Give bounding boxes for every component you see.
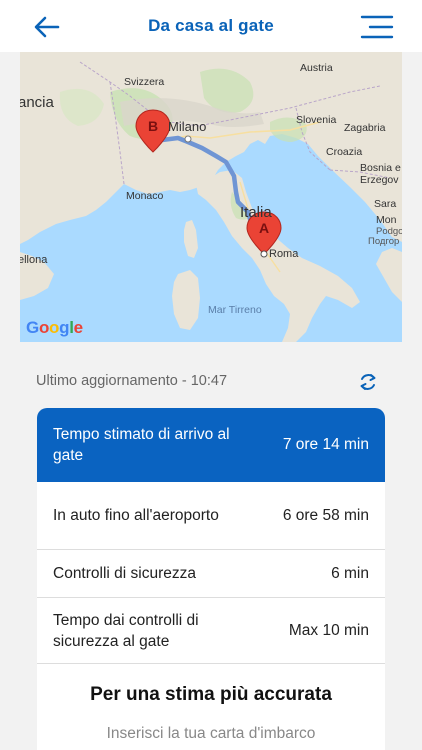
map-label-bosnia: Bosnia e (360, 162, 401, 174)
map-label-francia: ancia (20, 94, 54, 111)
last-updated-text: Ultimo aggiornamento - 10:47 (36, 373, 228, 389)
gate-time-value: Max 10 min (288, 621, 369, 639)
google-logo: Google (26, 318, 83, 337)
refresh-icon (360, 374, 376, 390)
accuracy-heading: Per una stima più accurata (90, 684, 332, 705)
route-map[interactable]: B A Austria Svizzera ancia Milano Sloven… (20, 52, 402, 342)
map-label-mar-tirreno: Mar Tirreno (208, 304, 262, 316)
map-label-zagabria: Zagabria (344, 122, 386, 134)
row-total-time: Tempo stimato di arrivo al gate 7 ore 14… (37, 408, 385, 482)
marker-a-label: A (259, 220, 269, 236)
hamburger-menu-icon (360, 15, 394, 39)
car-time-label: In auto fino all'aeroporto (53, 507, 219, 524)
menu-button[interactable] (358, 14, 394, 40)
map-label-roma: Roma (269, 248, 299, 260)
map-label-mon: Mon (376, 214, 397, 226)
security-time-label: Controlli di sicurezza (53, 565, 196, 582)
map-label-barcellona: ellona (20, 254, 48, 266)
map-label-erzegovina: Erzegov (360, 174, 399, 186)
page-title: Da casa al gate (148, 16, 274, 35)
marker-b-label: B (148, 118, 158, 134)
row-gate-time: Tempo dai controlli di sicurezza al gate… (37, 598, 385, 664)
back-button[interactable] (30, 12, 64, 42)
gate-time-label: Tempo dai controlli di sicurezza al gate (53, 611, 199, 650)
map-label-slovenia: Slovenia (296, 114, 337, 126)
total-time-value: 7 ore 14 min (282, 436, 369, 453)
security-time-value: 6 min (331, 564, 369, 582)
map-label-austria: Austria (300, 62, 333, 74)
map-label-italia: Italia (240, 204, 272, 221)
car-time-value: 6 ore 58 min (282, 506, 369, 524)
map-canvas: B A (20, 52, 402, 342)
map-label-svizzera: Svizzera (124, 76, 165, 88)
map-label-milano: Milano (168, 119, 207, 134)
map-label-monaco: Monaco (126, 190, 164, 202)
map-label-sara: Sara (374, 198, 397, 210)
refresh-button[interactable] (358, 372, 378, 392)
row-car-time: In auto fino all'aeroporto 6 ore 58 min (37, 482, 385, 550)
map-label-podgor-cyr: Подгор (368, 236, 400, 247)
arrow-left-icon (34, 16, 60, 38)
top-bar: Da casa al gate (0, 0, 422, 52)
map-label-croazia: Croazia (326, 146, 363, 158)
row-security-time: Controlli di sicurezza 6 min (37, 550, 385, 598)
add-boarding-pass-link[interactable]: Inserisci la tua carta d'imbarco (37, 725, 385, 743)
total-time-label: Tempo stimato di arrivo al gate (53, 426, 230, 464)
travel-time-card: Tempo stimato di arrivo al gate 7 ore 14… (37, 408, 385, 750)
